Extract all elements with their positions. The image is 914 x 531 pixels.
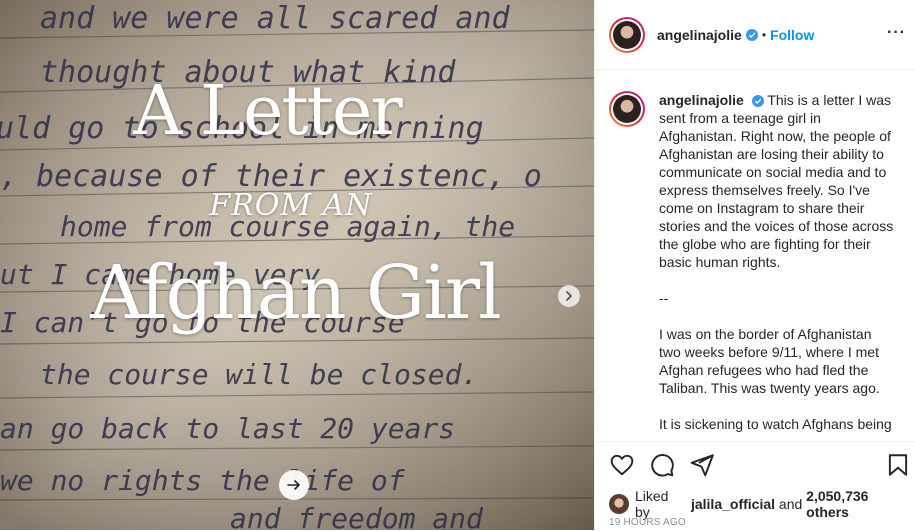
likes-connector: and (778, 496, 803, 512)
more-options-button[interactable]: ··· (887, 24, 906, 42)
handwriting-line: and we were all scared and (40, 1, 511, 36)
post-timestamp[interactable]: 19 HOURS AGO (609, 517, 686, 528)
likes-prefix: Liked by (634, 488, 669, 520)
separator-dot: • (761, 27, 767, 42)
likes-count[interactable]: 2,050,736 others (806, 488, 914, 520)
follow-button[interactable]: Follow (770, 27, 814, 43)
caption-paragraph: I was on the border of Afghanistan two w… (659, 326, 880, 396)
caption-paragraph: -- (659, 290, 669, 306)
post-actions: Liked by jalila_official and 2,050,736 o… (595, 441, 914, 531)
avatar-image (613, 95, 641, 123)
caption-avatar[interactable] (609, 91, 645, 127)
heart-icon[interactable] (609, 452, 635, 478)
image-title-line-1: A Letter (133, 72, 403, 151)
caption-username[interactable]: angelinajolie (659, 92, 744, 108)
likes-summary: Liked by jalila_official and 2,050,736 o… (609, 488, 914, 520)
comment-icon[interactable] (649, 452, 675, 478)
caption-paragraph: angelinajolie This is a letter I was sen… (659, 91, 897, 271)
post-sidebar: angelinajolie • Follow ··· angelinajolie… (594, 0, 914, 530)
arrow-right-icon (287, 480, 300, 490)
next-slide-button[interactable] (558, 285, 580, 307)
image-title-line-2: FROM AN (209, 188, 373, 223)
liker-avatar[interactable] (609, 494, 629, 514)
caption-body: This is a letter I was sent from a teena… (659, 92, 894, 270)
caption-paragraph: It is sickening to watch Afghans being (659, 416, 892, 432)
liker-username[interactable]: jalila_official (691, 496, 775, 512)
handwriting-line: an go back to last 20 years (0, 412, 455, 445)
verified-badge-icon (751, 95, 764, 107)
handwriting-line: the course will be closed. (40, 358, 478, 391)
caption-text: angelinajolie This is a letter I was sen… (659, 91, 897, 441)
avatar-image (613, 20, 641, 49)
post-media: and we were all scared and thought about… (0, 0, 594, 530)
chevron-right-icon (566, 291, 573, 301)
post-header: angelinajolie • Follow ··· (595, 0, 914, 70)
verified-badge-icon (745, 28, 758, 41)
handwriting-line: and freedom and (230, 502, 484, 530)
caption: angelinajolie This is a letter I was sen… (609, 91, 909, 441)
image-title-line-3: Afghan Girl (90, 250, 502, 336)
handwriting-line: we no rights the life of (0, 464, 406, 497)
bookmark-icon[interactable] (885, 452, 911, 478)
next-page-arrow-button[interactable] (279, 470, 309, 500)
avatar[interactable] (609, 16, 645, 53)
share-icon[interactable] (689, 452, 715, 478)
comments-area[interactable]: angelinajolie This is a letter I was sen… (595, 71, 914, 441)
header-username[interactable]: angelinajolie (657, 27, 742, 43)
